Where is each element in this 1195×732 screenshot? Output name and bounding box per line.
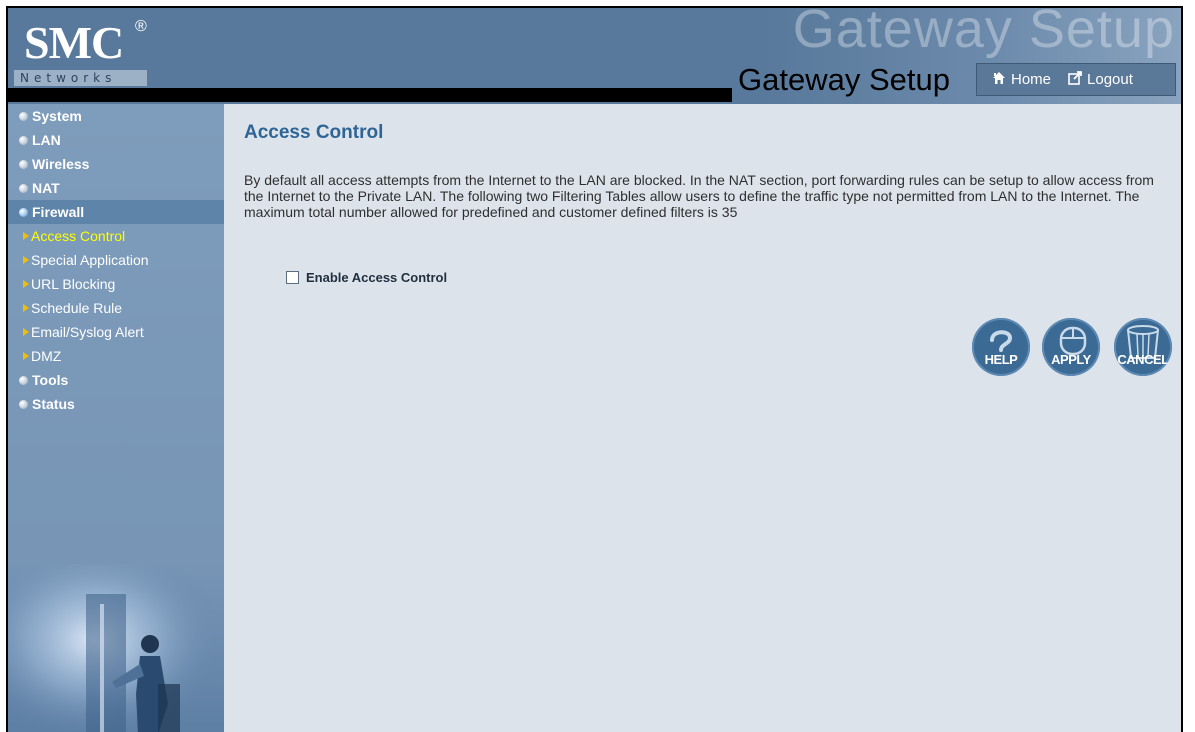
sidebar-subitem-url-blocking[interactable]: URL Blocking [8,272,224,296]
cancel-label: CANCEL [1117,352,1169,367]
sidebar-item-label: Status [32,396,75,412]
logo-subtitle: Networks [14,70,147,86]
sidebar-subitem-schedule-rule[interactable]: Schedule Rule [8,296,224,320]
sidebar-subitem-access-control[interactable]: Access Control [8,224,224,248]
bullet-icon [19,399,28,409]
arrow-right-icon [23,280,29,288]
header-watermark: Gateway Setup [792,8,1175,59]
sidebar-item-label: Tools [32,372,69,388]
sidebar-item-label: LAN [32,132,61,148]
apply-label: APPLY [1051,352,1091,367]
arrow-right-icon [23,304,29,312]
logout-button[interactable]: Logout [1067,70,1133,90]
arrow-right-icon [23,352,29,360]
trash-can-icon [1127,325,1159,359]
sidebar-item-label: System [32,108,82,124]
header-black-bar [8,88,732,102]
sidebar-item-label: NAT [32,180,60,196]
sidebar-subitem-label: Schedule Rule [31,300,123,316]
logo-registered-mark: ® [135,18,147,35]
sidebar-subitem-label: Email/Syslog Alert [31,324,144,340]
sidebar-item-tools[interactable]: Tools [8,368,224,392]
bullet-icon [19,375,28,385]
home-icon [991,70,1007,90]
page-description: By default all access attempts from the … [244,172,1154,220]
arrow-right-icon [23,232,29,240]
apply-button[interactable]: APPLY [1042,318,1100,376]
sidebar-item-status[interactable]: Status [8,392,224,416]
sidebar-subitem-email-syslog-alert[interactable]: Email/Syslog Alert [8,320,224,344]
sidebar-subitem-label: DMZ [31,348,62,364]
app-frame: Gateway Setup SMC ® Networks Gateway Set… [6,6,1183,732]
sidebar-item-lan[interactable]: LAN [8,128,224,152]
home-label: Home [1011,71,1052,88]
arrow-right-icon [23,256,29,264]
logo-brand: SMC [24,17,124,68]
smc-logo: SMC ® Networks [14,14,149,86]
sidebar-item-label: Wireless [32,156,90,172]
help-label: HELP [984,352,1018,367]
sidebar-menu: System LAN Wireless NAT Firewall Access … [8,104,224,416]
sidebar-subitem-label: Special Application [31,252,149,268]
sidebar-item-nat[interactable]: NAT [8,176,224,200]
page-header-title: Gateway Setup [738,62,950,97]
bullet-icon [19,111,28,121]
logout-icon [1067,70,1083,90]
bullet-icon [19,135,28,145]
sidebar-subitem-dmz[interactable]: DMZ [8,344,224,368]
bullet-icon [19,183,28,193]
bullet-icon [19,159,28,169]
sidebar-decorative-image [8,564,224,732]
page-title: Access Control [244,122,384,143]
logout-label: Logout [1087,71,1133,88]
sidebar-item-firewall[interactable]: Firewall [8,200,224,224]
sidebar-subitem-special-application[interactable]: Special Application [8,248,224,272]
bullet-icon [19,207,28,217]
enable-access-control-checkbox[interactable] [286,271,299,284]
sidebar-subitem-label: URL Blocking [31,276,116,292]
question-mark-icon [990,330,1013,352]
mouse-icon [1059,326,1087,356]
header: Gateway Setup SMC ® Networks Gateway Set… [8,8,1181,104]
enable-access-control-label[interactable]: Enable Access Control [306,270,447,285]
enable-access-control-row: Enable Access Control [286,270,447,285]
sidebar-subitem-label: Access Control [31,228,126,244]
main-content: Access Control By default all access att… [224,104,1181,732]
sidebar-item-wireless[interactable]: Wireless [8,152,224,176]
sidebar-item-label: Firewall [32,204,85,220]
help-button[interactable]: HELP [972,318,1030,376]
arrow-right-icon [23,328,29,336]
home-button[interactable]: Home [991,70,1051,90]
cancel-button[interactable]: CANCEL [1114,318,1172,376]
top-nav: Home Logout [976,63,1176,96]
sidebar-item-system[interactable]: System [8,104,224,128]
sidebar: System LAN Wireless NAT Firewall Access … [8,104,224,732]
